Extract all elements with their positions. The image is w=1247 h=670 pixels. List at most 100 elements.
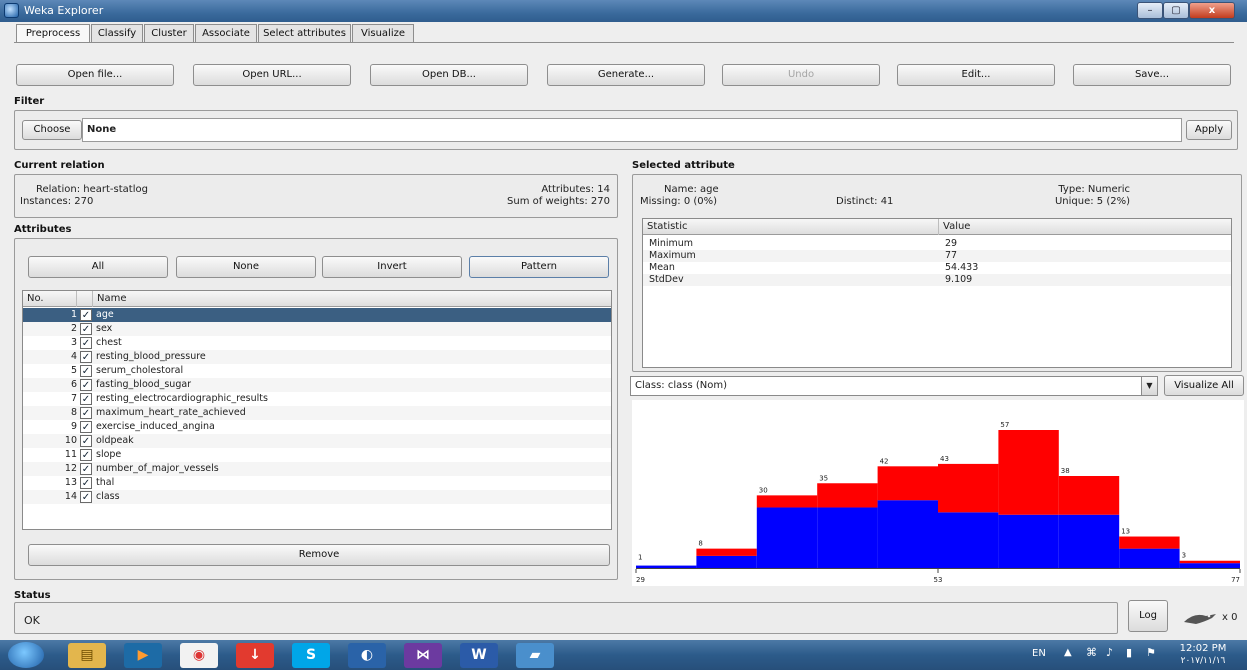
attribute-row[interactable]: 7 ✓ resting_electrocardiographic_results <box>23 392 611 406</box>
undo-button[interactable]: Undo <box>722 64 880 86</box>
minimize-button[interactable]: – <box>1137 2 1163 19</box>
histogram-count-label: 1 <box>638 554 642 562</box>
tab-visualize[interactable]: Visualize <box>352 24 414 43</box>
attribute-row[interactable]: 12 ✓ number_of_major_vessels <box>23 462 611 476</box>
maximize-button[interactable]: ▢ <box>1163 2 1189 19</box>
chevron-down-icon[interactable]: ▼ <box>1141 377 1157 395</box>
attribute-name: sex <box>96 323 113 334</box>
start-button[interactable] <box>8 642 44 668</box>
attribute-number: 5 <box>70 365 77 376</box>
attribute-checkbox[interactable]: ✓ <box>80 491 92 503</box>
attribute-checkbox[interactable]: ✓ <box>80 337 92 349</box>
histogram-count-label: 13 <box>1121 528 1130 536</box>
attr-unique: Unique: 5 (2%) <box>1054 196 1130 207</box>
attribute-row[interactable]: 6 ✓ fasting_blood_sugar <box>23 378 611 392</box>
attribute-row[interactable]: 11 ✓ slope <box>23 448 611 462</box>
clock-time[interactable]: 12:02 PM <box>1172 643 1234 654</box>
log-button[interactable]: Log <box>1128 600 1168 632</box>
class-select[interactable]: Class: class (Nom) ▼ <box>630 376 1158 396</box>
download-icon[interactable]: ↓ <box>236 643 274 668</box>
choose-filter-button[interactable]: Choose <box>22 120 82 140</box>
col-no[interactable]: No. <box>23 291 77 307</box>
attribute-row[interactable]: 14 ✓ class <box>23 490 611 504</box>
histogram-bar-red <box>817 483 878 508</box>
explorer-icon[interactable]: ▤ <box>68 643 106 668</box>
attribute-row[interactable]: 10 ✓ oldpeak <box>23 434 611 448</box>
tab-cluster[interactable]: Cluster <box>144 24 194 43</box>
attribute-row[interactable]: 13 ✓ thal <box>23 476 611 490</box>
flag-icon[interactable]: ⚑ <box>1146 646 1156 659</box>
tab-associate[interactable]: Associate <box>195 24 257 43</box>
attribute-checkbox[interactable]: ✓ <box>80 365 92 377</box>
attribute-number: 6 <box>70 379 77 390</box>
attribute-checkbox[interactable]: ✓ <box>80 393 92 405</box>
apply-filter-button[interactable]: Apply <box>1186 120 1232 140</box>
attribute-row[interactable]: 5 ✓ serum_cholestoral <box>23 364 611 378</box>
select-all-button[interactable]: All <box>28 256 168 278</box>
attribute-checkbox[interactable]: ✓ <box>80 407 92 419</box>
statistic-row[interactable]: Mean 54.433 <box>643 262 1231 274</box>
attribute-name: thal <box>96 477 115 488</box>
chrome-icon[interactable]: ◉ <box>180 643 218 668</box>
generate-button[interactable]: Generate... <box>547 64 705 86</box>
app-icon[interactable]: ◐ <box>348 643 386 668</box>
col-name[interactable]: Name <box>93 291 611 307</box>
attribute-checkbox[interactable]: ✓ <box>80 477 92 489</box>
remove-button[interactable]: Remove <box>28 544 610 566</box>
class-select-value: Class: class (Nom) <box>635 380 728 391</box>
attribute-name: class <box>96 491 120 502</box>
attribute-checkbox[interactable]: ✓ <box>80 351 92 363</box>
attribute-number: 10 <box>64 435 77 446</box>
visual-studio-icon[interactable]: ⋈ <box>404 643 442 668</box>
close-button[interactable]: x <box>1189 2 1235 19</box>
network-icon[interactable]: ⌘ <box>1086 646 1097 659</box>
histogram-bar-red <box>938 463 999 513</box>
open-db-button[interactable]: Open DB... <box>370 64 528 86</box>
statistics-table-header: Statistic Value <box>643 219 1231 235</box>
open-url-button[interactable]: Open URL... <box>193 64 351 86</box>
attribute-row[interactable]: 8 ✓ maximum_heart_rate_achieved <box>23 406 611 420</box>
col-value[interactable]: Value <box>939 219 1231 235</box>
open-file-button[interactable]: Open file... <box>16 64 174 86</box>
attribute-checkbox[interactable]: ✓ <box>80 435 92 447</box>
attribute-checkbox[interactable]: ✓ <box>80 323 92 335</box>
filter-field[interactable]: None <box>82 118 1182 142</box>
tab-select-attributes[interactable]: Select attributes <box>258 24 351 43</box>
histogram-tick-label: 29 <box>636 576 645 584</box>
attributes-table[interactable]: No. Name 1 ✓ age 2 ✓ sex 3 ✓ chest 4 ✓ resting_bloo… <box>22 290 612 530</box>
attribute-checkbox[interactable]: ✓ <box>80 421 92 433</box>
app2-icon[interactable]: ▰ <box>516 643 554 668</box>
signal-icon[interactable]: ▮ <box>1126 646 1132 659</box>
attribute-row[interactable]: 3 ✓ chest <box>23 336 611 350</box>
col-statistic[interactable]: Statistic <box>643 219 939 235</box>
tab-classify[interactable]: Classify <box>91 24 143 43</box>
visualize-all-button[interactable]: Visualize All <box>1164 375 1244 396</box>
attribute-row[interactable]: 4 ✓ resting_blood_pressure <box>23 350 611 364</box>
attribute-checkbox[interactable]: ✓ <box>80 463 92 475</box>
save-button[interactable]: Save... <box>1073 64 1231 86</box>
skype-icon[interactable]: S <box>292 643 330 668</box>
tab-preprocess[interactable]: Preprocess <box>16 24 90 43</box>
attribute-row[interactable]: 2 ✓ sex <box>23 322 611 336</box>
statistics-table[interactable]: Statistic Value Minimum 29 Maximum 77 Mean 54… <box>642 218 1232 368</box>
invert-button[interactable]: Invert <box>322 256 462 278</box>
attribute-checkbox[interactable]: ✓ <box>80 449 92 461</box>
attribute-row[interactable]: 1 ✓ age <box>23 308 611 322</box>
language-indicator[interactable]: EN <box>1032 648 1046 659</box>
statistic-row[interactable]: Maximum 77 <box>643 250 1231 262</box>
attribute-checkbox[interactable]: ✓ <box>80 379 92 391</box>
histogram-bar-red <box>1119 536 1180 549</box>
word-icon[interactable]: W <box>460 643 498 668</box>
attribute-number: 3 <box>70 337 77 348</box>
clock-date[interactable]: ٢٠١٧/١١/١٦ <box>1172 656 1234 666</box>
attribute-checkbox[interactable]: ✓ <box>80 309 92 321</box>
tray-arrow-icon[interactable]: ▲ <box>1064 647 1072 658</box>
media-player-icon[interactable]: ▶ <box>124 643 162 668</box>
select-none-button[interactable]: None <box>176 256 316 278</box>
volume-icon[interactable]: ♪ <box>1106 646 1113 659</box>
edit-button[interactable]: Edit... <box>897 64 1055 86</box>
pattern-button[interactable]: Pattern <box>469 256 609 278</box>
statistic-row[interactable]: Minimum 29 <box>643 238 1231 250</box>
attribute-row[interactable]: 9 ✓ exercise_induced_angina <box>23 420 611 434</box>
statistic-row[interactable]: StdDev 9.109 <box>643 274 1231 286</box>
